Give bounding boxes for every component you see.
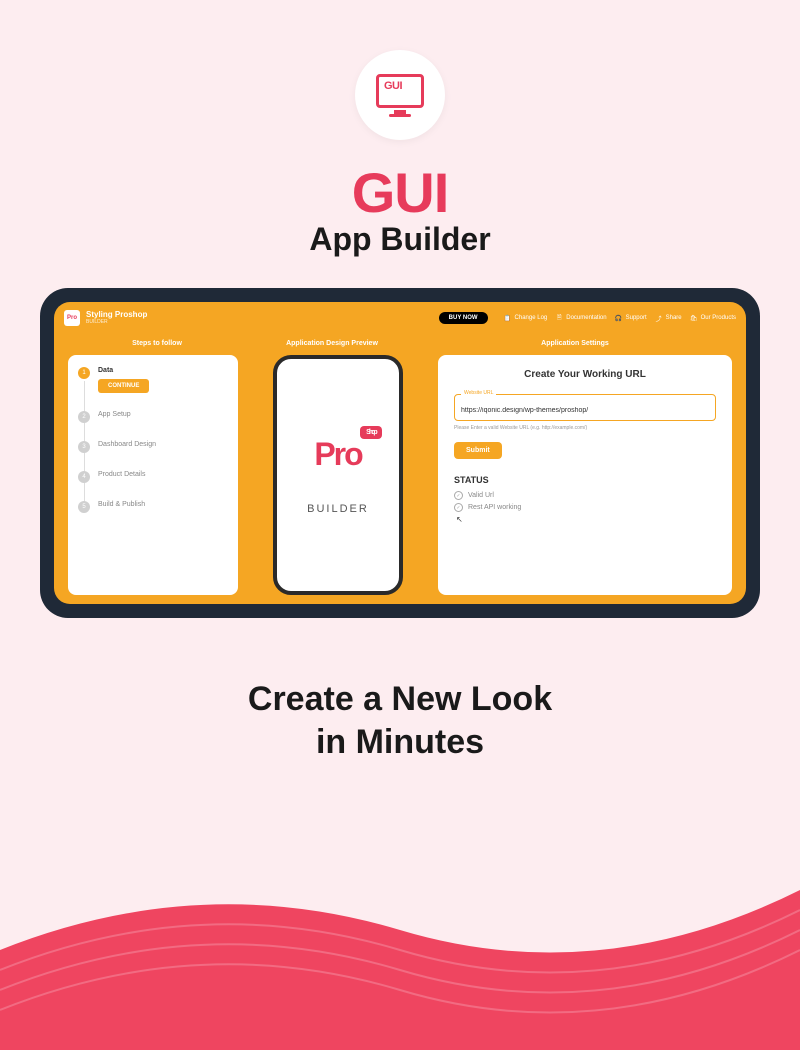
steps-panel: 1 Data CONTINUE 2 App Setup 3 Dashboard … xyxy=(68,355,238,595)
step-item-build-publish[interactable]: 5 Build & Publish xyxy=(78,501,228,513)
preview-brand: Pro Shop xyxy=(314,436,361,473)
section-labels: Steps to follow Application Design Previ… xyxy=(54,334,746,355)
step-item-data[interactable]: 1 Data CONTINUE xyxy=(78,367,228,393)
app-screen: Pro Styling Proshop BUILDER BUY NOW 📋Cha… xyxy=(54,302,746,604)
step-dot: 2 xyxy=(78,411,90,423)
steps-section-label: Steps to follow xyxy=(72,340,242,347)
changelog-link[interactable]: 📋Change Log xyxy=(504,314,548,322)
tablet-frame: Pro Styling Proshop BUILDER BUY NOW 📋Cha… xyxy=(40,288,760,618)
monitor-text: GUI xyxy=(384,80,402,92)
app-mode: BUILDER xyxy=(86,319,147,325)
step-label: App Setup xyxy=(98,411,131,418)
step-item-product-details[interactable]: 4 Product Details xyxy=(78,471,228,483)
url-field[interactable]: Website URL xyxy=(454,394,716,421)
cursor-icon: ↖ xyxy=(456,515,716,524)
status-title: STATUS xyxy=(454,475,716,485)
clipboard-icon: 📋 xyxy=(504,314,512,322)
page-title: GUI xyxy=(0,160,800,225)
bag-icon: 🛍 xyxy=(690,314,698,322)
topbar: Pro Styling Proshop BUILDER BUY NOW 📋Cha… xyxy=(54,302,746,334)
share-icon: ⤴ xyxy=(655,314,663,322)
url-legend: Website URL xyxy=(461,390,496,396)
step-label: Data xyxy=(98,367,228,374)
step-item-dashboard-design[interactable]: 3 Dashboard Design xyxy=(78,441,228,453)
shop-badge: Shop xyxy=(360,426,382,439)
settings-panel: Create Your Working URL Website URL Plea… xyxy=(438,355,732,595)
step-label: Product Details xyxy=(98,471,145,478)
step-item-app-setup[interactable]: 2 App Setup xyxy=(78,411,228,423)
phone-preview: Pro Shop BUILDER xyxy=(273,355,403,595)
preview-label: BUILDER xyxy=(307,503,369,515)
buy-now-button[interactable]: BUY NOW xyxy=(439,312,488,324)
page-subtitle: App Builder xyxy=(0,221,800,258)
headset-icon: 🎧 xyxy=(615,314,623,322)
tagline: Create a New Look in Minutes xyxy=(0,678,800,763)
url-hint: Please Enter a valid Website URL (e.g. h… xyxy=(454,425,716,431)
status-item: ✓ Rest API working xyxy=(454,503,716,512)
continue-button[interactable]: CONTINUE xyxy=(98,379,149,393)
monitor-icon: GUI xyxy=(376,74,424,116)
wave-decoration xyxy=(0,830,800,1050)
preview-section-label: Application Design Preview xyxy=(242,340,422,347)
app-title: Styling Proshop xyxy=(86,311,147,320)
step-dot: 3 xyxy=(78,441,90,453)
step-label: Dashboard Design xyxy=(98,441,156,448)
document-icon: 🗎 xyxy=(555,314,563,322)
share-link[interactable]: ⤴Share xyxy=(655,314,682,322)
support-link[interactable]: 🎧Support xyxy=(615,314,647,322)
step-label: Build & Publish xyxy=(98,501,145,508)
settings-title: Create Your Working URL xyxy=(454,369,716,380)
settings-section-label: Application Settings xyxy=(422,340,728,347)
step-dot: 1 xyxy=(78,367,90,379)
submit-button[interactable]: Submit xyxy=(454,442,502,459)
app-logo: Pro xyxy=(64,310,80,326)
products-link[interactable]: 🛍Our Products xyxy=(690,314,736,322)
documentation-link[interactable]: 🗎Documentation xyxy=(555,314,606,322)
status-item: ✓ Valid Url xyxy=(454,491,716,500)
url-input[interactable] xyxy=(461,407,709,414)
step-dot: 5 xyxy=(78,501,90,513)
check-icon: ✓ xyxy=(454,503,463,512)
logo-badge: GUI xyxy=(355,50,445,140)
check-icon: ✓ xyxy=(454,491,463,500)
step-dot: 4 xyxy=(78,471,90,483)
